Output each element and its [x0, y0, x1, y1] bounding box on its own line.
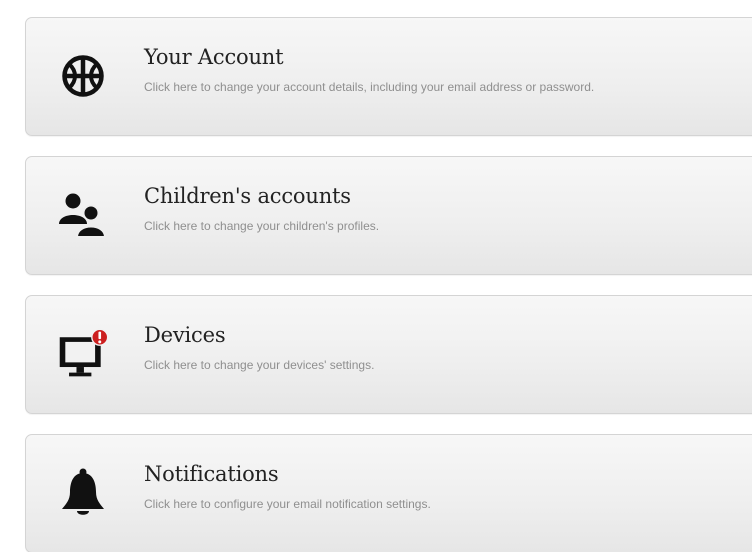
card-description: Click here to change your devices' setti…: [144, 358, 375, 372]
card-title: Children's accounts: [144, 184, 351, 208]
globe-icon: [56, 49, 110, 103]
bell-icon: [56, 466, 110, 520]
settings-page: Your Account Click here to change your a…: [0, 0, 752, 552]
card-description: Click here to change your account detail…: [144, 80, 595, 94]
devices-card[interactable]: Devices Click here to change your device…: [25, 295, 752, 414]
notifications-card[interactable]: Notifications Click here to configure yo…: [25, 434, 752, 552]
childrens-accounts-card[interactable]: Children's accounts Click here to change…: [25, 156, 752, 275]
users-icon: [56, 188, 110, 242]
card-title: Devices: [144, 323, 226, 347]
card-description: Click here to configure your email notif…: [144, 497, 431, 511]
card-description: Click here to change your children's pro…: [144, 219, 380, 233]
card-title: Your Account: [144, 45, 284, 69]
monitor-alert-icon: [56, 327, 110, 381]
your-account-card[interactable]: Your Account Click here to change your a…: [25, 17, 752, 136]
card-title: Notifications: [144, 462, 279, 486]
